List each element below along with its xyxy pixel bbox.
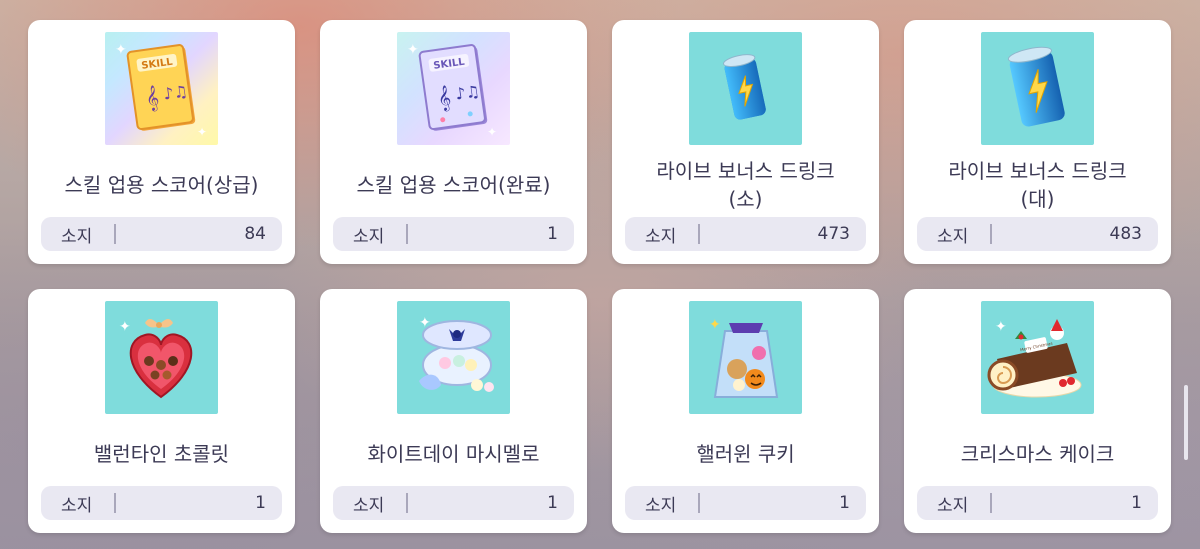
owned-count: 483 xyxy=(1109,224,1142,244)
owned-count-bar: 소지 1 xyxy=(333,217,574,251)
owned-label: 소지 xyxy=(645,226,677,247)
divider xyxy=(114,224,117,244)
item-card[interactable]: ✦ ✦ SKILL 𝄞 ♪♫ 스킬 업용 스코어(완료) 소지 1 xyxy=(320,20,587,264)
item-name: 스킬 업용 스코어(완료) xyxy=(356,173,551,197)
owned-count: 1 xyxy=(547,224,558,244)
divider xyxy=(698,493,701,513)
item-card[interactable]: 라이브 보너스 드링크 (소) 소지 473 xyxy=(612,20,879,264)
owned-count-bar: 소지 1 xyxy=(41,486,282,520)
owned-count: 1 xyxy=(1131,493,1142,513)
svg-text:✦: ✦ xyxy=(487,125,497,139)
owned-label: 소지 xyxy=(937,495,969,516)
owned-count: 473 xyxy=(817,224,850,244)
item-name: 스킬 업용 스코어(상급) xyxy=(64,173,259,197)
item-card[interactable]: 라이브 보너스 드링크 (대) 소지 483 xyxy=(904,20,1171,264)
item-card[interactable]: ✦ Merry Christmas 크리스마스 케이크 소지 1 xyxy=(904,289,1171,533)
owned-count-bar: 소지 84 xyxy=(41,217,282,251)
svg-text:✦: ✦ xyxy=(995,319,1007,335)
halloween-cookie-icon: ✦ xyxy=(689,301,802,414)
divider xyxy=(406,493,409,513)
owned-count-bar: 소지 473 xyxy=(625,217,866,251)
svg-text:✦: ✦ xyxy=(115,42,127,58)
svg-text:♪♫: ♪♫ xyxy=(162,81,189,103)
owned-label: 소지 xyxy=(353,495,385,516)
divider xyxy=(406,224,409,244)
owned-label: 소지 xyxy=(937,226,969,247)
item-card[interactable]: ✦ ✦ SKILL 𝄞 ♪♫ 스킬 업용 스코어(상급) 소지 84 xyxy=(28,20,295,264)
skill-score-advanced-icon: ✦ ✦ SKILL 𝄞 ♪♫ xyxy=(105,32,218,145)
svg-text:♪♫: ♪♫ xyxy=(454,81,481,103)
item-card[interactable]: ✦ 화이트데이 마시멜로 소지 1 xyxy=(320,289,587,533)
item-name: 핼러윈 쿠키 xyxy=(696,442,795,466)
divider xyxy=(990,224,993,244)
owned-count: 1 xyxy=(547,493,558,513)
whiteday-marshmallow-icon: ✦ xyxy=(397,301,510,414)
valentine-chocolate-icon: ✦ xyxy=(105,301,218,414)
divider xyxy=(114,493,117,513)
item-name: 밸런타인 초콜릿 xyxy=(93,442,230,466)
owned-count: 1 xyxy=(839,493,850,513)
owned-count-bar: 소지 483 xyxy=(917,217,1158,251)
owned-count: 84 xyxy=(244,224,266,244)
owned-count-bar: 소지 1 xyxy=(917,486,1158,520)
item-card[interactable]: ✦ 핼러윈 쿠키 소지 1 xyxy=(612,289,879,533)
item-card[interactable]: ✦ 밸런타인 초콜릿 소지 1 xyxy=(28,289,295,533)
svg-text:✦: ✦ xyxy=(709,317,721,333)
svg-text:✦: ✦ xyxy=(119,319,131,335)
owned-label: 소지 xyxy=(645,495,677,516)
item-name: 크리스마스 케이크 xyxy=(960,442,1115,466)
owned-count-bar: 소지 1 xyxy=(333,486,574,520)
item-name: 화이트데이 마시멜로 xyxy=(367,442,540,466)
scrollbar[interactable] xyxy=(1184,385,1188,460)
item-grid: ✦ ✦ SKILL 𝄞 ♪♫ 스킬 업용 스코어(상급) 소지 84 ✦ ✦ S… xyxy=(28,20,1171,533)
item-name: 라이브 보너스 드링크 (소) xyxy=(656,159,835,211)
owned-count-bar: 소지 1 xyxy=(625,486,866,520)
live-bonus-drink-small-icon xyxy=(689,32,802,145)
owned-count: 1 xyxy=(255,493,266,513)
divider xyxy=(698,224,701,244)
owned-label: 소지 xyxy=(61,226,93,247)
item-name: 라이브 보너스 드링크 (대) xyxy=(948,159,1127,211)
svg-text:✦: ✦ xyxy=(407,42,419,58)
svg-text:✦: ✦ xyxy=(197,125,207,139)
live-bonus-drink-large-icon xyxy=(981,32,1094,145)
owned-label: 소지 xyxy=(61,495,93,516)
divider xyxy=(990,493,993,513)
skill-score-complete-icon: ✦ ✦ SKILL 𝄞 ♪♫ xyxy=(397,32,510,145)
christmas-cake-icon: ✦ Merry Christmas xyxy=(981,301,1094,414)
owned-label: 소지 xyxy=(353,226,385,247)
